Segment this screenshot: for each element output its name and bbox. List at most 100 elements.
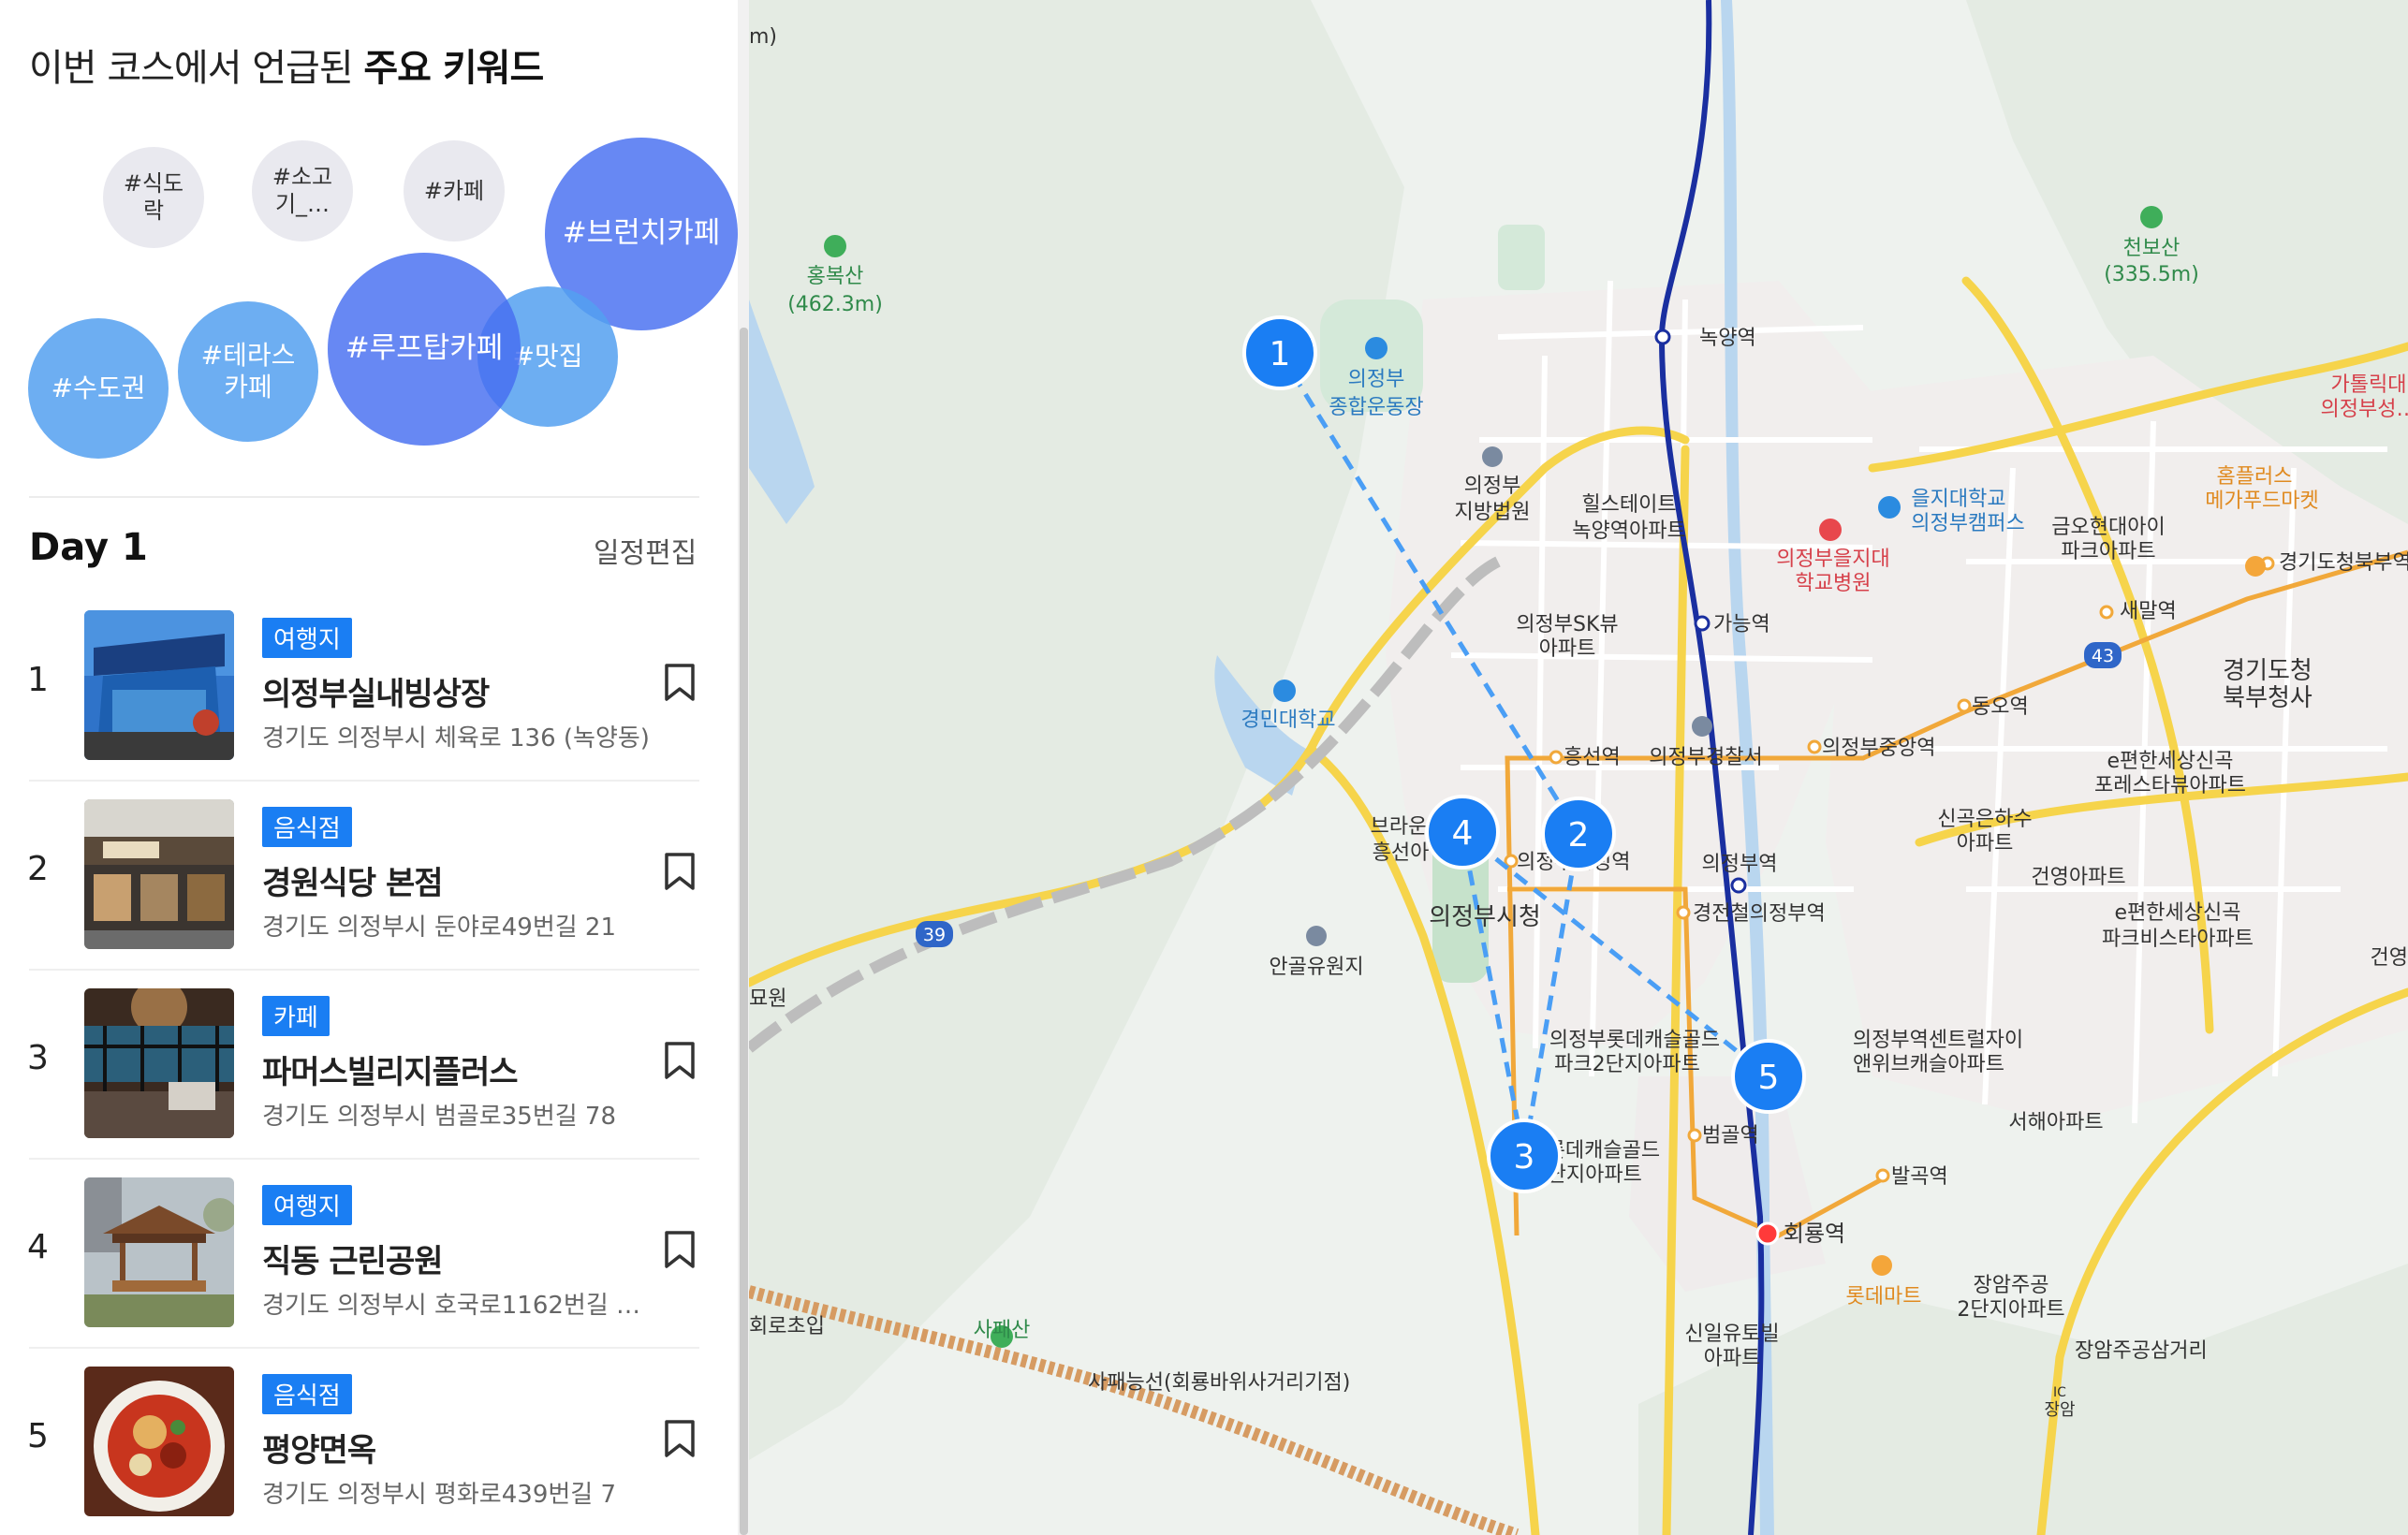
svg-text:천보산: 천보산: [2123, 237, 2180, 260]
scrollbar-thumb[interactable]: [740, 328, 748, 1535]
svg-text:건영: 건영: [2371, 946, 2408, 970]
svg-text:신일유토빌: 신일유토빌: [1684, 1323, 1779, 1346]
place-address: 경기도 의정부시 범골로35번길 78: [262, 1103, 617, 1131]
keyword-bubble[interactable]: #수도권: [28, 318, 169, 459]
svg-text:학교병원: 학교병원: [1796, 572, 1872, 595]
map-canvas[interactable]: 39 43 홍복산 (462.3m) 천보산 (335.5m) 의정부 종합운동…: [749, 0, 2408, 1535]
svg-text:롯데마트: 롯데마트: [1846, 1285, 1922, 1308]
map-marker-5[interactable]: 5: [1731, 1039, 1806, 1114]
itinerary-item[interactable]: 4 여행지 직동 근린공원 경기도 의정부시 호국로1162번길 …: [0, 1176, 712, 1365]
map-marker-3[interactable]: 3: [1487, 1118, 1562, 1193]
category-badge: 카페: [262, 996, 330, 1036]
bookmark-icon[interactable]: [663, 1041, 697, 1080]
place-name[interactable]: 직동 근린공원: [262, 1235, 444, 1281]
svg-text:브라운: 브라운: [1371, 815, 1428, 839]
place-address: 경기도 의정부시 체육로 136 (녹양동): [262, 724, 650, 753]
stop-photo[interactable]: [84, 988, 234, 1138]
svg-text:홍복산: 홍복산: [807, 265, 864, 288]
place-name[interactable]: 평양면옥: [262, 1425, 376, 1470]
svg-text:의정부경찰서: 의정부경찰서: [1649, 746, 1762, 769]
svg-text:홈플러스: 홈플러스: [2217, 465, 2293, 489]
svg-text:의정부성…: 의정부성…: [2321, 398, 2408, 421]
svg-text:안골유원지: 안골유원지: [1269, 956, 1363, 979]
svg-text:사패능선(회룡바위사거리기점): 사패능선(회룡바위사거리기점): [1088, 1371, 1350, 1395]
svg-text:앤위브캐슬아파트: 앤위브캐슬아파트: [1853, 1053, 2004, 1076]
svg-text:장암주공삼거리: 장암주공삼거리: [2075, 1339, 2208, 1363]
category-badge: 여행지: [262, 618, 352, 658]
bookmark-icon[interactable]: [663, 852, 697, 891]
svg-text:아파트: 아파트: [1539, 637, 1596, 661]
svg-text:경민대학교: 경민대학교: [1241, 709, 1335, 732]
svg-text:파크비스타아파트: 파크비스타아파트: [2102, 928, 2254, 951]
svg-text:건영아파트: 건영아파트: [2031, 866, 2125, 889]
stop-photo[interactable]: [84, 610, 234, 760]
keyword-bubble[interactable]: #소고기_…: [252, 140, 353, 241]
svg-text:의정부역센트럴자이: 의정부역센트럴자이: [1853, 1029, 2023, 1052]
stop-number: 2: [27, 850, 49, 888]
keyword-bubble[interactable]: #식도락: [103, 147, 204, 248]
category-badge: 여행지: [262, 1185, 352, 1225]
svg-text:지방법원: 지방법원: [1455, 501, 1531, 524]
bookmark-icon[interactable]: [663, 1230, 697, 1269]
edit-schedule-button[interactable]: 일정편집: [594, 530, 697, 571]
map-marker-2[interactable]: 2: [1541, 797, 1616, 871]
day-title: Day 1: [29, 526, 148, 569]
item-divider: [29, 780, 699, 782]
route-shield-39: 39: [916, 921, 953, 947]
place-name[interactable]: 의정부실내빙상장: [262, 668, 490, 714]
svg-text:새말역: 새말역: [2120, 600, 2177, 623]
bookmark-icon[interactable]: [663, 1419, 697, 1458]
category-badge: 음식점: [262, 1374, 352, 1414]
place-address: 경기도 의정부시 둔야로49번길 21: [262, 914, 617, 942]
svg-text:e편한세상신곡: e편한세상신곡: [2115, 901, 2241, 925]
item-divider: [29, 1158, 699, 1160]
itinerary-item[interactable]: 3 카페 파머스빌리지플러스 경기도 의정부시 범골로35번길 78: [0, 987, 712, 1176]
keyword-bubble[interactable]: #테라스카페: [178, 301, 318, 442]
category-badge: 음식점: [262, 807, 352, 847]
stop-number: 5: [27, 1417, 49, 1455]
svg-text:경기도청북부역: 경기도청북부역: [2279, 551, 2408, 575]
map-marker-4[interactable]: 4: [1425, 795, 1500, 870]
svg-text:의정부SK뷰: 의정부SK뷰: [1516, 613, 1618, 636]
svg-text:묘원: 묘원: [749, 987, 786, 1011]
keyword-bubble[interactable]: #카페: [404, 140, 505, 241]
svg-text:장암주공: 장암주공: [1974, 1274, 2049, 1297]
svg-text:종합운동장: 종합운동장: [1329, 396, 1423, 419]
map-marker-1[interactable]: 1: [1242, 315, 1317, 390]
svg-text:경기도청: 경기도청: [2223, 657, 2313, 685]
svg-text:녹양역: 녹양역: [1699, 327, 1756, 350]
transfer-station-icon: [1755, 1221, 1780, 1246]
itinerary-item[interactable]: 1 여행지 의정부실내빙상장 경기도 의정부시 체육로 136 (녹양동): [0, 608, 712, 797]
svg-text:e편한세상신곡: e편한세상신곡: [2107, 750, 2234, 773]
svg-text:사패산: 사패산: [974, 1319, 1031, 1342]
itinerary-item[interactable]: 5 음식점 평양면옥 경기도 의정부시 평화로439번길 7: [0, 1365, 712, 1535]
stop-photo[interactable]: [84, 1367, 234, 1516]
item-divider: [29, 969, 699, 971]
svg-text:흥선역: 흥선역: [1564, 746, 1621, 769]
stop-number: 3: [27, 1039, 49, 1077]
svg-text:파크2단지아파트: 파크2단지아파트: [1554, 1053, 1700, 1076]
svg-text:의정부: 의정부: [1464, 475, 1521, 498]
svg-text:39: 39: [923, 925, 946, 945]
place-name[interactable]: 파머스빌리지플러스: [262, 1046, 519, 1092]
stop-photo[interactable]: [84, 1177, 234, 1327]
svg-text:(335.5m): (335.5m): [2104, 263, 2199, 286]
svg-text:3: 3: [1514, 1138, 1535, 1177]
keyword-bubble[interactable]: #루프탑카페: [328, 253, 521, 446]
divider: [29, 496, 699, 498]
bookmark-icon[interactable]: [663, 663, 697, 702]
stop-photo[interactable]: [84, 799, 234, 949]
map-view[interactable]: 39 43 홍복산 (462.3m) 천보산 (335.5m) 의정부 종합운동…: [749, 0, 2408, 1535]
svg-text:43: 43: [2092, 646, 2114, 666]
svg-text:흥선아: 흥선아: [1373, 841, 1430, 865]
svg-text:북부청사: 북부청사: [2223, 684, 2313, 712]
stop-number: 4: [27, 1228, 49, 1266]
place-name[interactable]: 경원식당 본점: [262, 857, 444, 903]
svg-text:아파트: 아파트: [1704, 1347, 1761, 1370]
svg-text:2: 2: [1568, 816, 1590, 855]
svg-text:가능역: 가능역: [1713, 613, 1770, 636]
svg-text:가톨릭대: 가톨릭대: [2331, 373, 2407, 397]
svg-text:금오현대아이: 금오현대아이: [2051, 516, 2165, 539]
svg-text:동오역: 동오역: [1972, 695, 2029, 719]
itinerary-item[interactable]: 2 음식점 경원식당 본점 경기도 의정부시 둔야로49번길 21: [0, 797, 712, 987]
